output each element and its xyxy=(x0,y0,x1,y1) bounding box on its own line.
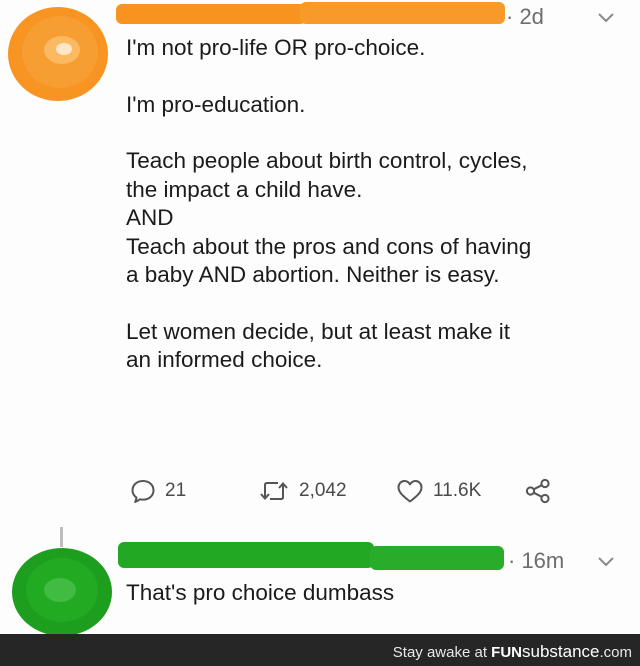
watermark-brand-bold: FUN xyxy=(491,644,522,661)
reply-body: That's pro choice dumbass xyxy=(126,580,395,605)
user-avatar-redacted[interactable] xyxy=(6,4,110,104)
thread-connector xyxy=(60,527,63,547)
username-redacted xyxy=(116,4,306,24)
post-paragraph: Let women decide, but at least make it a… xyxy=(126,318,510,373)
reply-handle-redacted xyxy=(370,546,504,570)
chevron-down-icon[interactable] xyxy=(597,556,615,568)
post-paragraph: I'm not pro-life OR pro-choice. xyxy=(126,35,426,60)
chevron-down-icon[interactable] xyxy=(597,12,615,24)
reply-username-redacted xyxy=(118,542,374,568)
watermark-prefix: Stay awake at xyxy=(392,644,492,661)
reply-count: 21 xyxy=(165,480,187,501)
post-timestamp[interactable]: · 2d xyxy=(506,4,544,30)
handle-redacted xyxy=(300,2,505,24)
retweet-count: 2,042 xyxy=(299,480,347,501)
watermark-text: Stay awake at FUNsubstance.com xyxy=(393,642,632,662)
retweet-icon xyxy=(260,481,288,501)
heart-icon xyxy=(397,480,423,503)
retweet-button[interactable]: 2,042 xyxy=(258,476,347,506)
like-button[interactable]: 11.6K xyxy=(396,476,481,506)
post-body: I'm not pro-life OR pro-choice. I'm pro-… xyxy=(126,34,626,403)
reply-timestamp[interactable]: · 16m xyxy=(508,548,564,574)
watermark-bar: Stay awake at FUNsubstance.com xyxy=(0,634,640,666)
share-button[interactable] xyxy=(524,476,561,506)
like-count: 11.6K xyxy=(433,480,482,501)
reply-button[interactable]: 21 xyxy=(130,476,186,506)
watermark-suffix: .com xyxy=(599,644,632,661)
screenshot: · 2d I'm not pro-life OR pro-choice. I'm… xyxy=(0,0,640,666)
post-actions: 21 2,042 11.6K xyxy=(126,476,596,506)
reply-avatar-redacted[interactable] xyxy=(10,546,114,634)
watermark-brand-rest: substance xyxy=(521,642,600,661)
comment-icon xyxy=(131,480,155,503)
post-paragraph: I'm pro-education. xyxy=(126,91,306,117)
share-icon xyxy=(525,478,550,504)
post-paragraph: Teach people about birth control, cycles… xyxy=(126,148,532,287)
